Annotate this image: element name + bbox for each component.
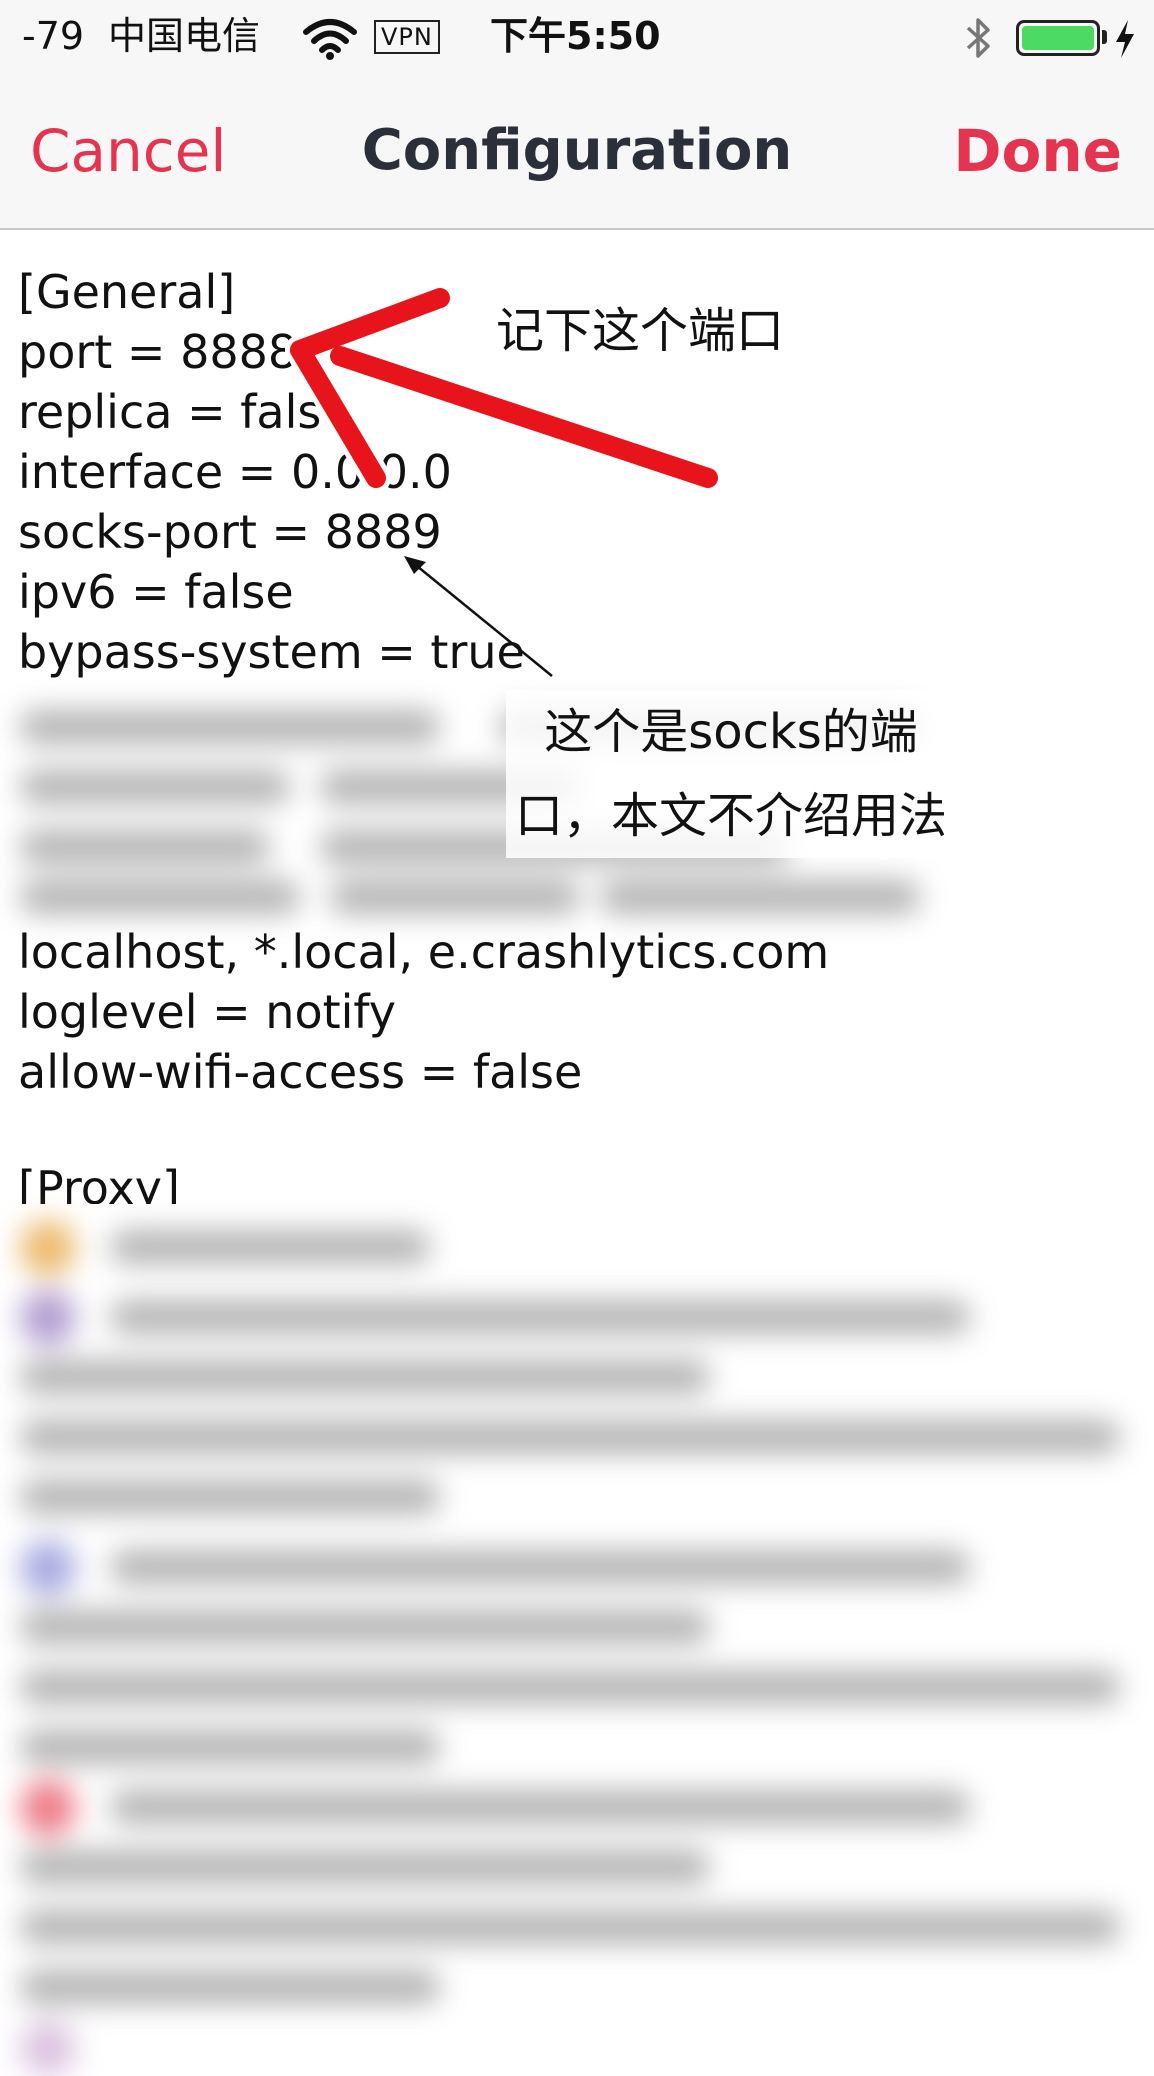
- battery-icon: [1016, 20, 1100, 56]
- charging-bolt-icon: [1116, 20, 1134, 58]
- battery-level: [1022, 26, 1094, 50]
- config-line-bypass-system: bypass-system = true: [18, 625, 525, 679]
- config-line-interface: interface = 0.0.0.0: [18, 445, 452, 499]
- config-line-ipv6: ipv6 = false: [18, 565, 294, 619]
- socks-annotation: 这个是socks的端口，本文不介绍用法: [506, 690, 956, 858]
- bluetooth-icon: [966, 18, 990, 58]
- config-line-loglevel: loglevel = notify: [18, 985, 397, 1039]
- config-line-port: port = 8888: [18, 325, 298, 379]
- wifi-icon: [303, 19, 357, 60]
- config-line-socks-port: socks-port = 8889: [18, 505, 442, 559]
- config-line-general: [General]: [18, 265, 236, 319]
- clock: 下午5:50: [490, 14, 661, 58]
- config-line-proxy-header: [Proxy]: [18, 1161, 180, 1204]
- signal-strength: -79: [22, 14, 85, 58]
- done-button[interactable]: Done: [953, 116, 1122, 186]
- config-text-editor[interactable]: [General] port = 8888 replica = false in…: [0, 230, 1154, 2076]
- config-line-replica: replica = false: [18, 385, 350, 439]
- port-annotation: 记下这个端口: [496, 303, 785, 359]
- carrier-name: 中国电信: [108, 14, 261, 58]
- config-line-skip-proxy-hosts: localhost, *.local, e.crashlytics.com: [18, 925, 830, 979]
- navigation-bar: Cancel Configuration Done: [0, 72, 1154, 230]
- battery-nub: [1102, 30, 1107, 44]
- status-bar: -79 中国电信 VPN 下午5:50: [0, 0, 1154, 72]
- vpn-badge: VPN: [374, 20, 440, 54]
- config-line-allow-wifi-access: allow-wifi-access = false: [18, 1045, 583, 1099]
- redacted-proxy-list: [0, 1200, 1154, 2076]
